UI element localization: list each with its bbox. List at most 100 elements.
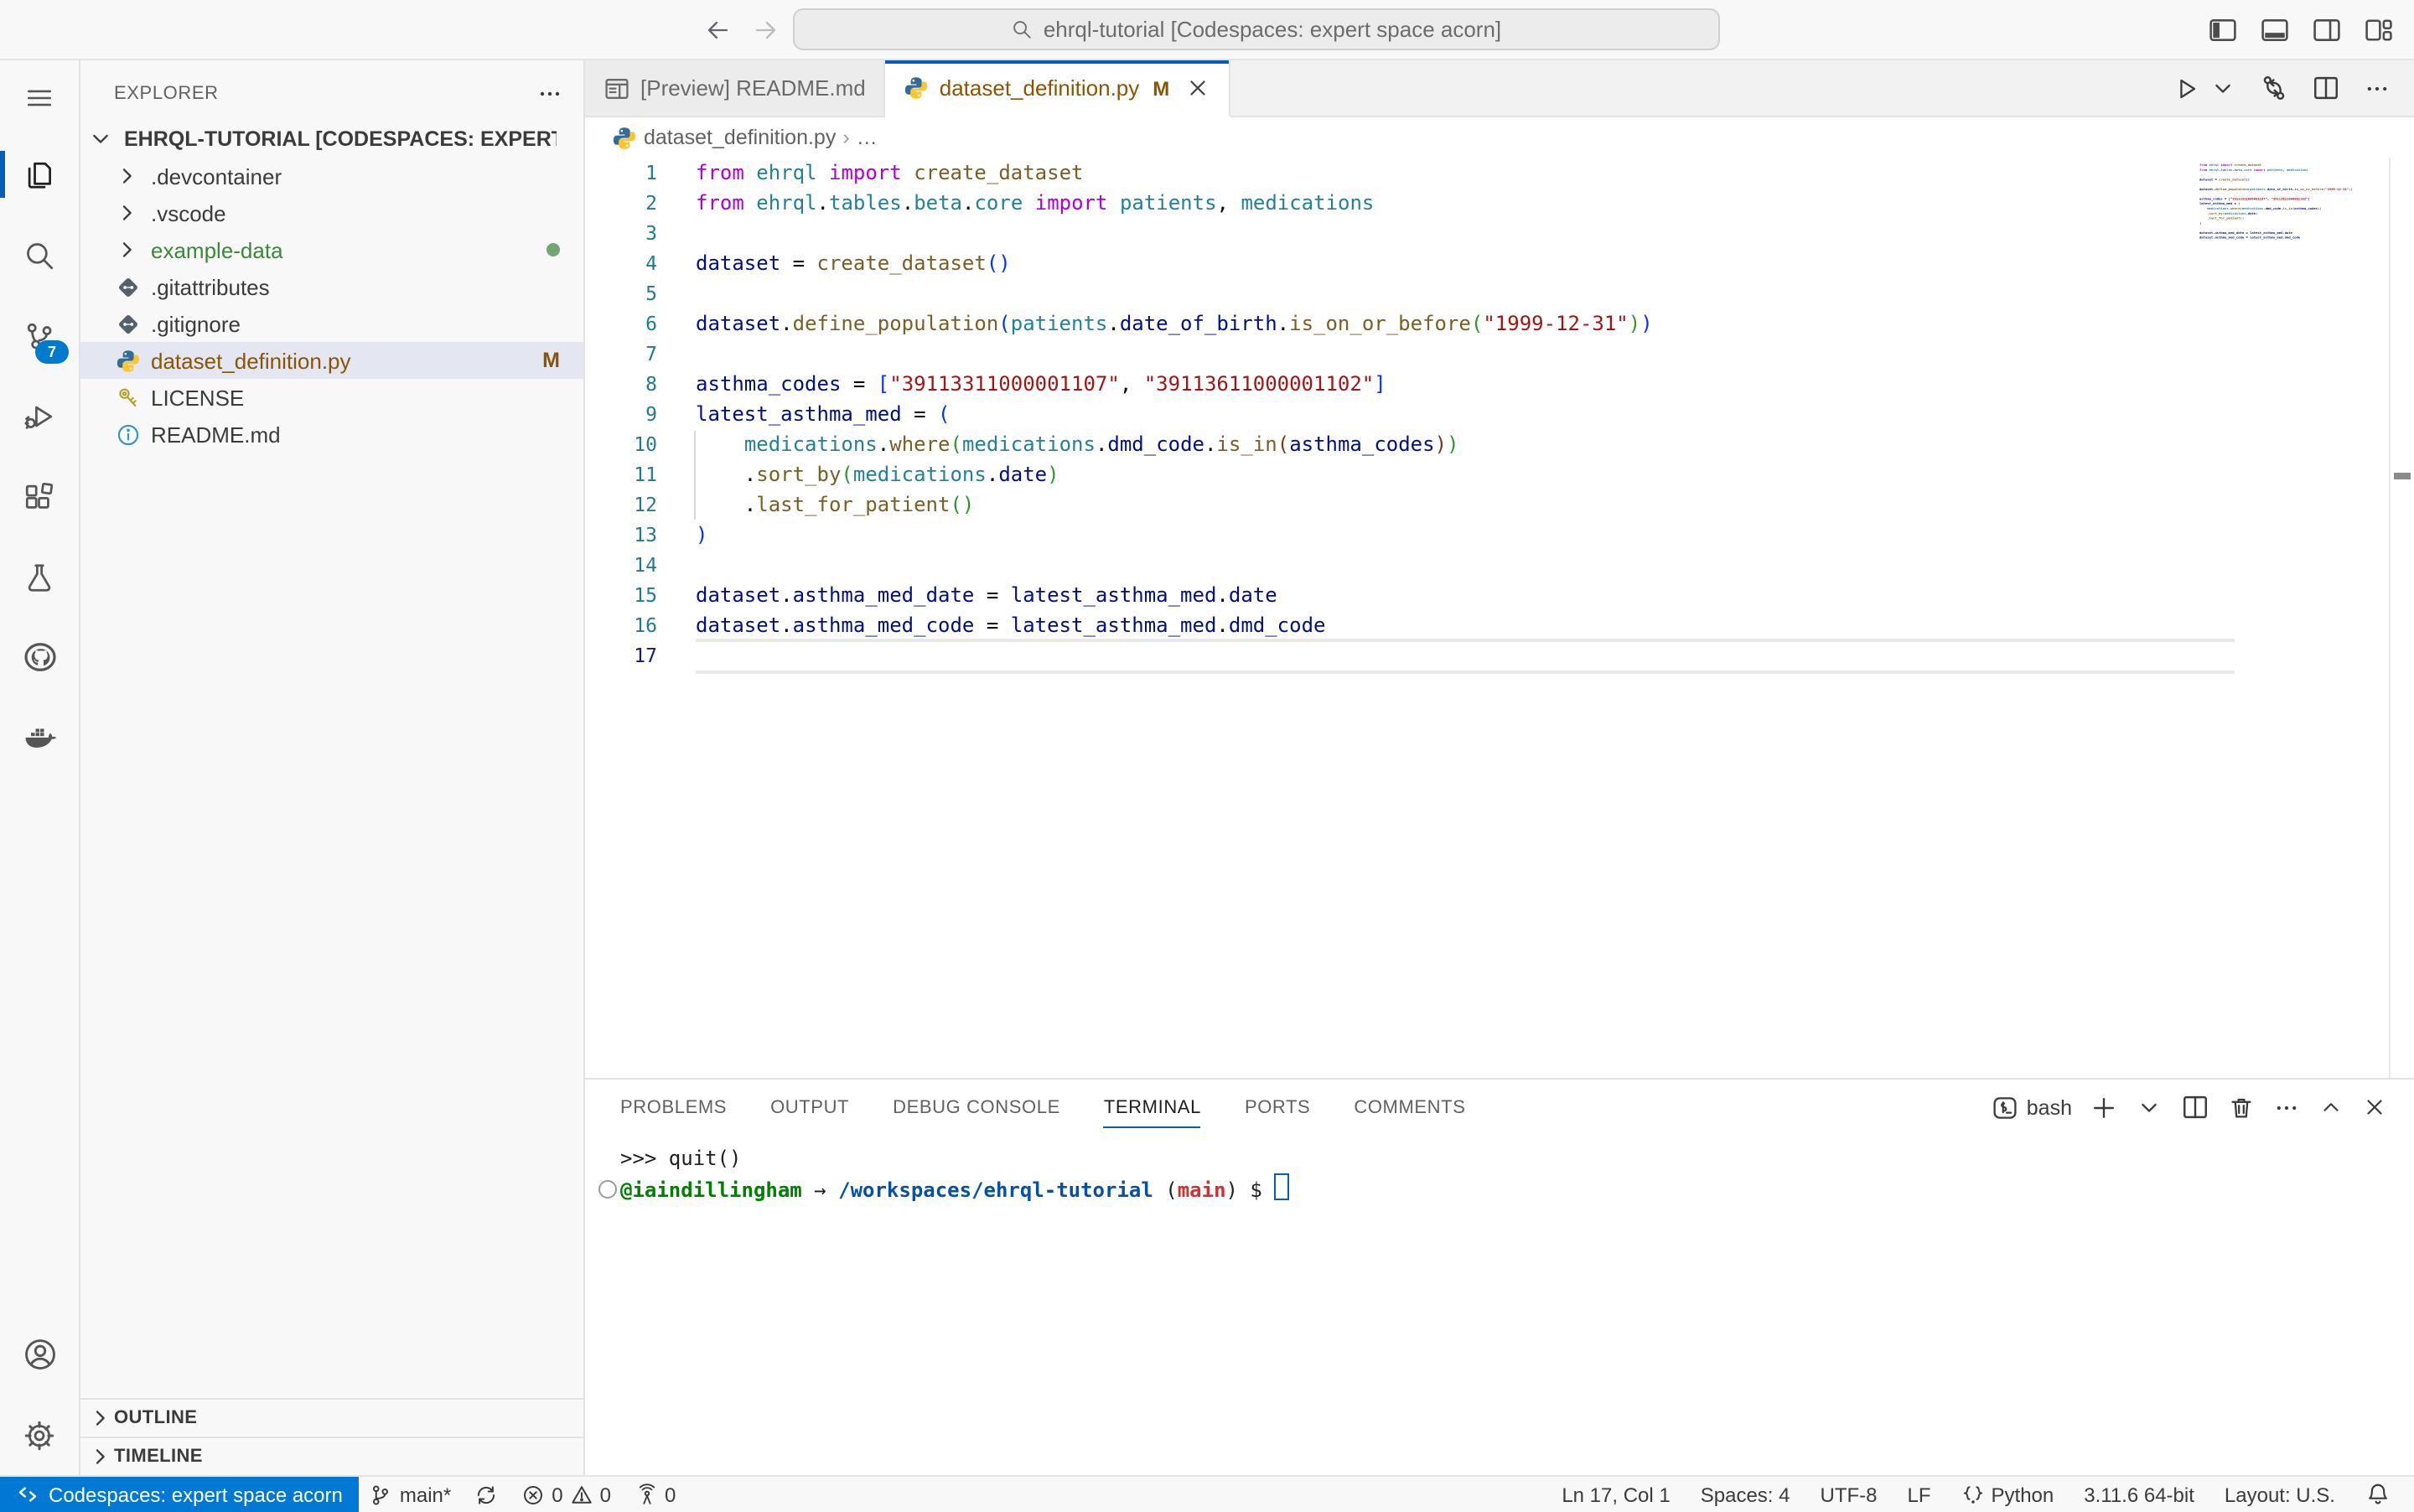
panel-tab-problems[interactable]: PROBLEMS: [598, 1080, 749, 1135]
activity-extensions[interactable]: [0, 456, 79, 536]
tab--preview--readme.md[interactable]: [Preview] README.md: [585, 60, 886, 116]
code-line-7[interactable]: 7: [585, 339, 2389, 369]
status-python-interpreter[interactable]: 3.11.6 64-bit: [2074, 1477, 2204, 1512]
status-problems[interactable]: 00: [511, 1477, 621, 1512]
tree-item-.vscode[interactable]: .vscode: [80, 194, 583, 231]
terminal-shell-item[interactable]: bash: [1992, 1094, 2072, 1121]
back-button[interactable]: [704, 16, 731, 43]
activity-testing[interactable]: [0, 536, 79, 617]
section-label: TIMELINE: [114, 1447, 203, 1467]
sidebar-section-timeline[interactable]: TIMELINE: [80, 1437, 583, 1475]
layout-sidebar-right-button[interactable]: [2312, 14, 2342, 44]
code-line-17[interactable]: 17: [585, 640, 2389, 671]
new-terminal-button[interactable]: [2090, 1094, 2117, 1121]
split-editor-button[interactable]: [2312, 74, 2340, 102]
tree-item-.gitattributes[interactable]: .gitattributes: [80, 268, 583, 305]
tree-root-folder[interactable]: EHRQL-TUTORIAL [CODESPACES: EXPERT SPA..…: [80, 121, 583, 158]
github-icon: [23, 640, 56, 674]
line-text: dataset.asthma_med_code = latest_asthma_…: [657, 610, 1325, 640]
status-cursor-position[interactable]: Ln 17, Col 1: [1551, 1477, 1680, 1512]
status-eol[interactable]: LF: [1898, 1477, 1941, 1512]
views-and-more-actions-button[interactable]: [536, 80, 563, 107]
code-line-14[interactable]: 14: [585, 550, 2389, 580]
code-line-4[interactable]: 4dataset = create_dataset(): [585, 248, 2389, 278]
kill-terminal-button[interactable]: [2228, 1094, 2255, 1121]
code-editor[interactable]: 1from ehrql import create_dataset2from e…: [585, 158, 2414, 1078]
code-line-1[interactable]: 1from ehrql import create_dataset: [585, 158, 2389, 188]
panel-more-actions-button[interactable]: [2273, 1094, 2300, 1121]
breadcrumb[interactable]: dataset_definition.py › …: [585, 117, 2414, 158]
status-notifications[interactable]: [2355, 1477, 2401, 1512]
tree-item-readme.md[interactable]: README.md: [80, 416, 583, 453]
sidebar-section-outline[interactable]: OUTLINE: [80, 1398, 583, 1437]
tree-item-license[interactable]: LICENSE: [80, 379, 583, 416]
code-line-6[interactable]: 6dataset.define_population(patients.date…: [585, 308, 2389, 339]
tab-label: dataset_definition.py: [940, 75, 1140, 101]
status-sync[interactable]: [464, 1477, 508, 1512]
panel-tab-comments[interactable]: COMMENTS: [1332, 1080, 1487, 1135]
code-line-11[interactable]: 11 .sort_by(medications.date): [585, 459, 2389, 489]
status-label: 0: [665, 1483, 676, 1506]
more-actions-button[interactable]: [2364, 75, 2391, 101]
code-line-10[interactable]: 10 medications.where(medications.dmd_cod…: [585, 429, 2389, 459]
code-line-12[interactable]: 12 .last_for_patient(): [585, 489, 2389, 520]
run-options-chevron[interactable]: [2209, 75, 2236, 101]
layout-panel-button[interactable]: [2260, 14, 2290, 44]
command-decoration-icon[interactable]: [598, 1180, 617, 1199]
run-python-file-button[interactable]: [2173, 75, 2199, 101]
code-line-2[interactable]: 2from ehrql.tables.beta.core import pati…: [585, 188, 2389, 218]
layout-customize-button[interactable]: [2364, 14, 2394, 44]
activity-run-debug[interactable]: [0, 375, 79, 456]
terminal[interactable]: >>> quit()@iaindillingham → /workspaces/…: [585, 1135, 2414, 1475]
code-line-5[interactable]: 5: [585, 278, 2389, 308]
line-text: latest_asthma_med = (: [657, 399, 951, 429]
maximize-panel-button[interactable]: [2318, 1095, 2344, 1120]
code-line-9[interactable]: 9latest_asthma_med = (: [585, 399, 2389, 429]
activity-docker[interactable]: [0, 697, 79, 778]
activity-explorer[interactable]: [0, 134, 79, 215]
panel-tab-debug-console[interactable]: DEBUG CONSOLE: [871, 1080, 1082, 1135]
status-language-mode[interactable]: Python: [1951, 1477, 2064, 1512]
open-changes-button[interactable]: [2260, 74, 2288, 102]
code-line-15[interactable]: 15dataset.asthma_med_date = latest_asthm…: [585, 580, 2389, 610]
tab-dataset-definition.py[interactable]: dataset_definition.pyM: [886, 60, 1230, 117]
activity-search[interactable]: [0, 215, 79, 295]
tree-item-.gitignore[interactable]: .gitignore: [80, 305, 583, 342]
remote-indicator[interactable]: Codespaces: expert space acorn: [0, 1477, 360, 1512]
tree-item-.devcontainer[interactable]: .devcontainer: [80, 158, 583, 194]
code-line-13[interactable]: 13): [585, 520, 2389, 550]
forward-button[interactable]: [753, 16, 780, 43]
panel-tab-output[interactable]: OUTPUT: [749, 1080, 871, 1135]
file-label: .gitignore: [151, 311, 241, 336]
tree-item-dataset-definition.py[interactable]: dataset_definition.pyM: [80, 342, 583, 379]
code-line-3[interactable]: 3: [585, 218, 2389, 248]
activity-settings[interactable]: [0, 1395, 79, 1475]
status-keyboard-layout[interactable]: Layout: U.S.: [2215, 1477, 2345, 1512]
tree-item-example-data[interactable]: example-data: [80, 231, 583, 268]
split-terminal-button[interactable]: [2181, 1093, 2209, 1121]
minimap[interactable]: 1from ehrql import create_dataset2from e…: [2199, 163, 2414, 245]
overview-ruler[interactable]: [2389, 158, 2414, 1078]
terminal-profile-chevron[interactable]: [2136, 1094, 2163, 1121]
line-text: dataset.define_population(patients.date_…: [657, 308, 1653, 339]
panel-tab-terminal[interactable]: TERMINAL: [1082, 1080, 1223, 1135]
close-panel-button[interactable]: [2362, 1095, 2387, 1120]
tab-close-button[interactable]: [1184, 75, 1210, 101]
activity-github[interactable]: [0, 617, 79, 697]
status-indentation[interactable]: Spaces: 4: [1691, 1477, 1800, 1512]
status-right: Ln 17, Col 1 Spaces: 4 UTF-8 LF Python 3.11.6…: [1551, 1477, 2414, 1512]
activity-account[interactable]: [0, 1314, 79, 1395]
status-encoding[interactable]: UTF-8: [1810, 1477, 1888, 1512]
panel-tab-ports[interactable]: PORTS: [1223, 1080, 1332, 1135]
status-git-branch[interactable]: main*: [360, 1477, 461, 1512]
activity-source-control[interactable]: 7: [0, 295, 79, 375]
line-number: 2: [585, 188, 657, 218]
code-line-16[interactable]: 16dataset.asthma_med_code = latest_asthm…: [585, 610, 2389, 640]
status-forwarded-ports[interactable]: 0: [624, 1477, 686, 1512]
command-center[interactable]: ehrql-tutorial [Codespaces: expert space…: [793, 8, 1720, 50]
untracked-dot-badge: [547, 243, 560, 256]
layout-sidebar-left-button[interactable]: [2208, 14, 2238, 44]
activity-menu[interactable]: [0, 60, 79, 134]
code-line-8[interactable]: 8asthma_codes = ["39113311000001107", "3…: [585, 369, 2389, 399]
line-number: 1: [585, 158, 657, 188]
